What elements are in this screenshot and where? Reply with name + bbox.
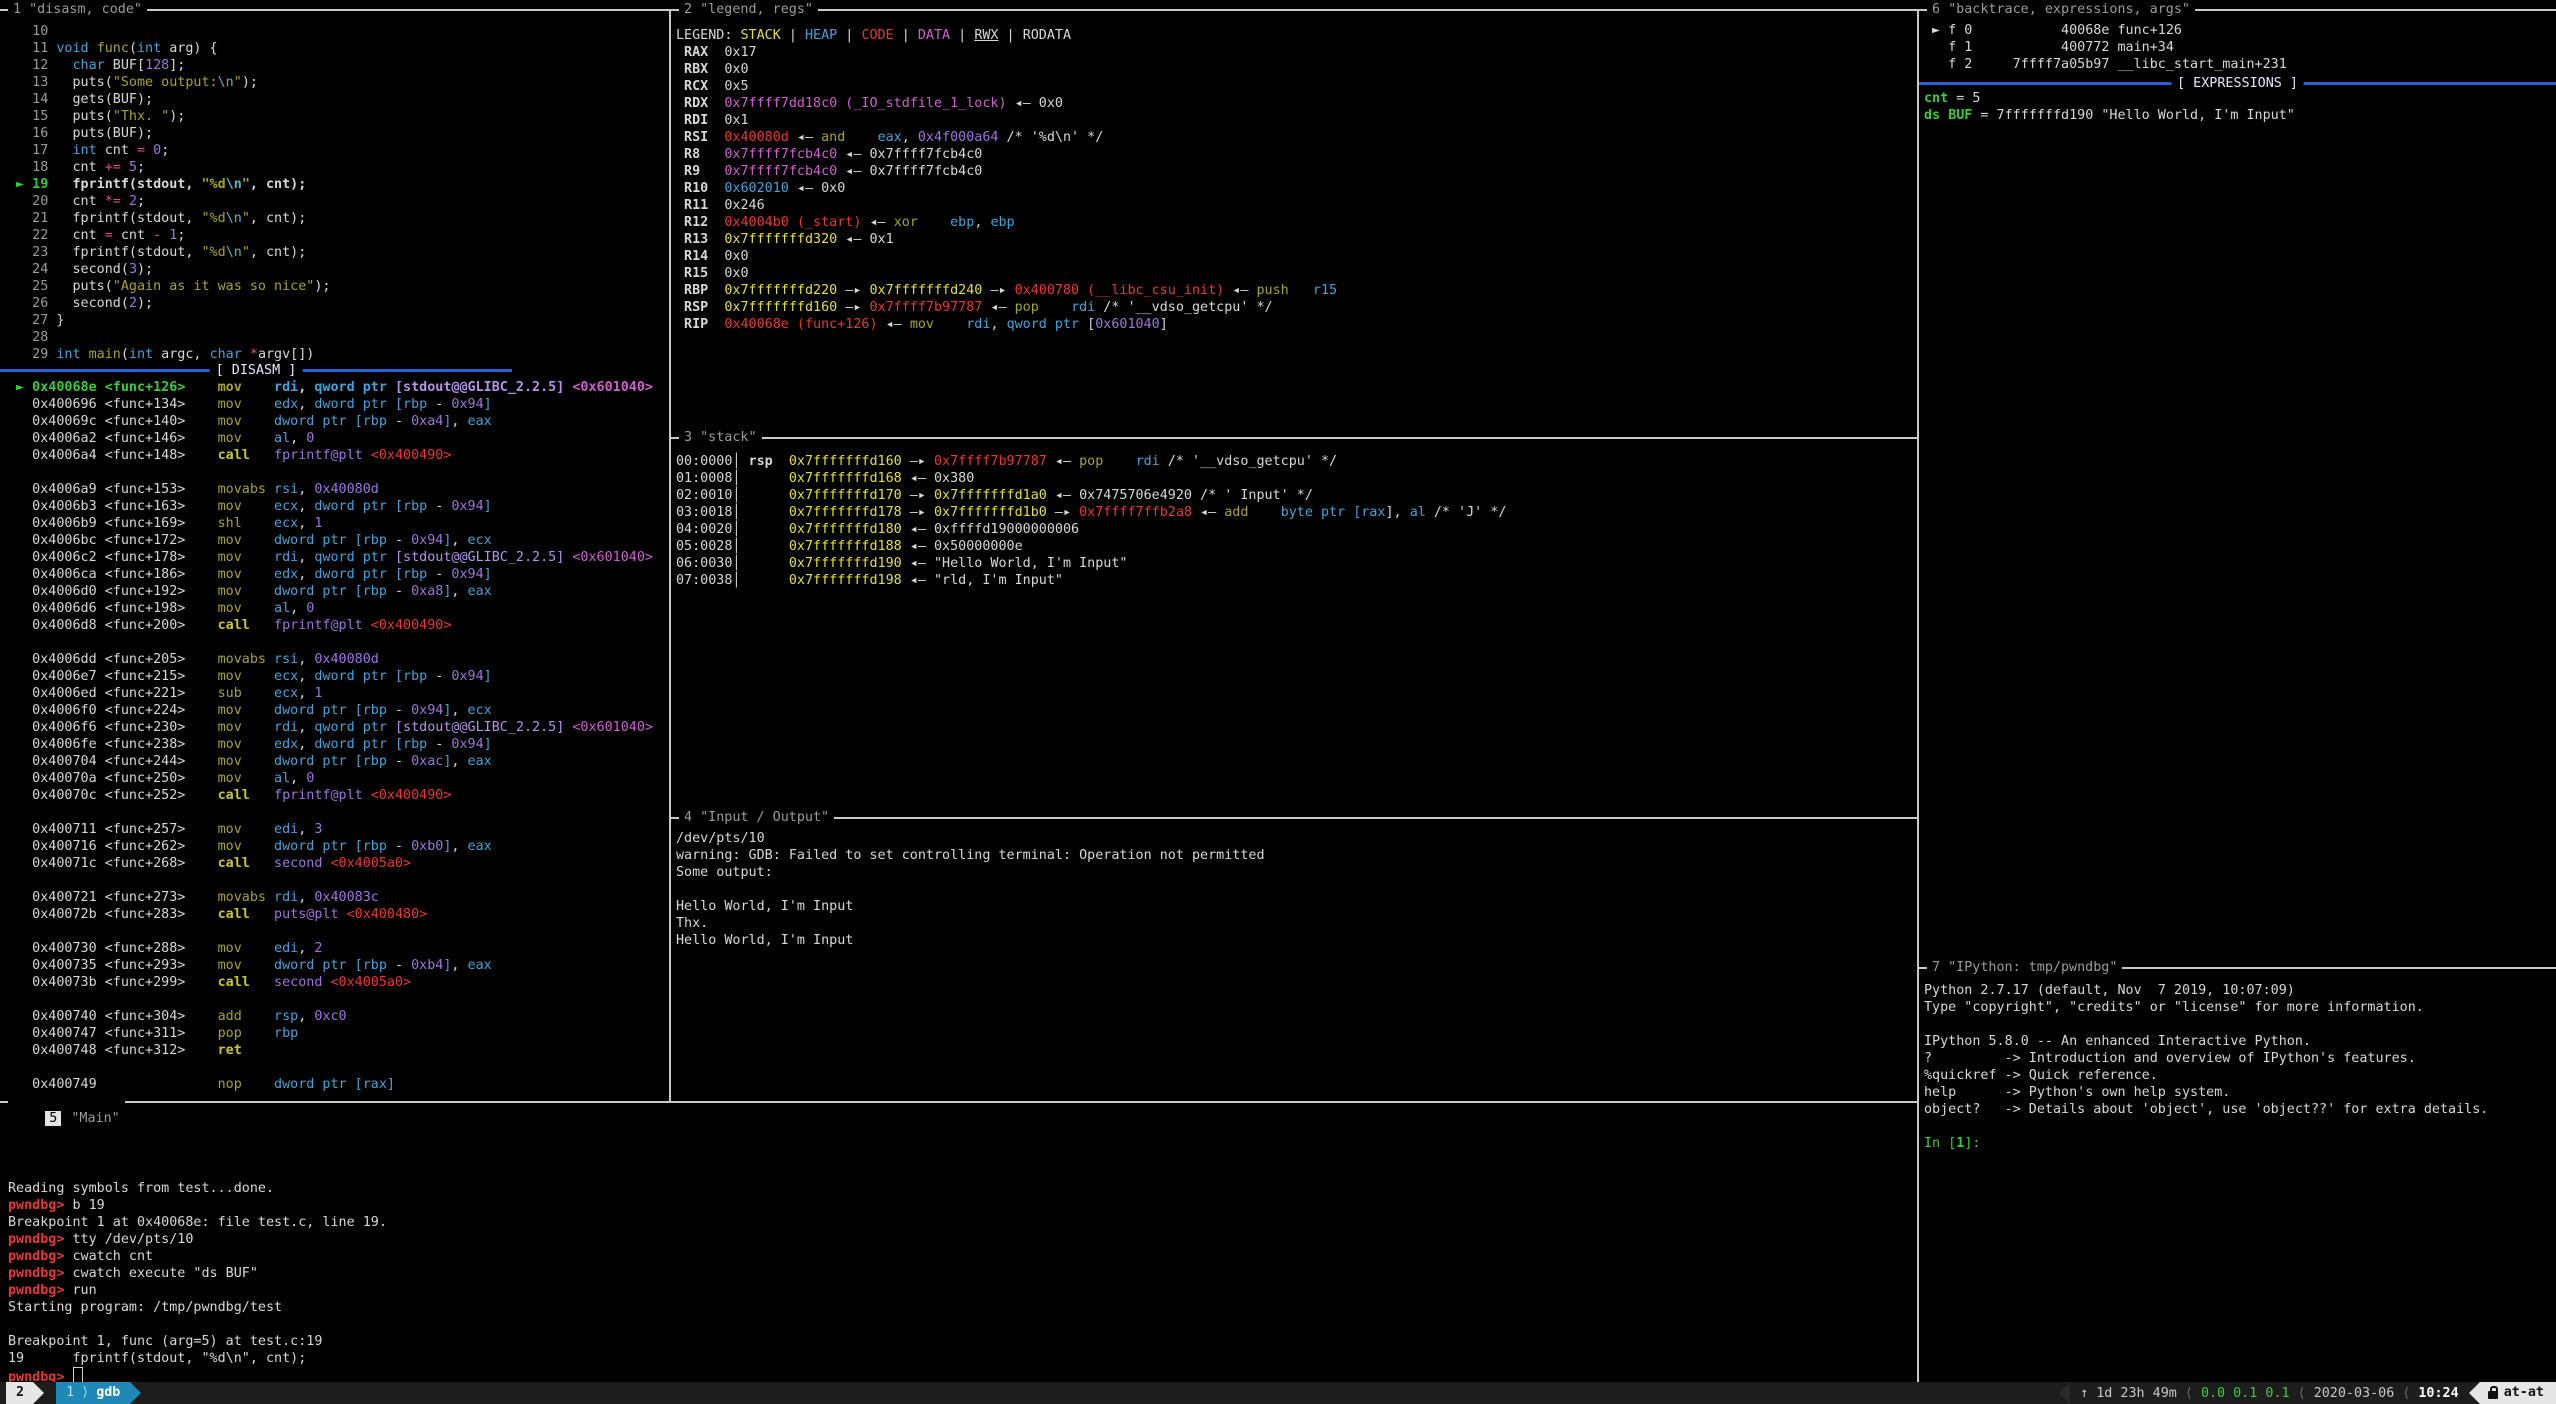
pane-title-disasm-code: 1 "disasm, code" <box>8 1 147 18</box>
stack-listing: 00:0000│ rsp 0x7fffffffd160 —▸ 0x7ffff7b… <box>676 453 1506 589</box>
hostname-badge: at-at <box>2480 1382 2556 1404</box>
ipython-console: Python 2.7.17 (default, Nov 7 2019, 10:0… <box>1924 982 2488 1152</box>
border-right-column[interactable] <box>1917 9 1919 1382</box>
session-name-badge[interactable]: 2 <box>6 1382 33 1404</box>
powerline-arrow <box>130 1382 141 1404</box>
pane-title-main: 5 "Main" <box>8 1093 125 1110</box>
status-date: 2020-03-06 <box>2314 1386 2395 1401</box>
hostname-text: at-at <box>2504 1382 2544 1404</box>
program-io-output: /dev/pts/10warning: GDB: Failed to set c… <box>676 830 1265 949</box>
lock-icon <box>2488 1391 2498 1399</box>
disasm-section-title: [ DISASM ] <box>210 362 303 379</box>
window-separator: ⟩ <box>81 1382 96 1404</box>
pane-ipython[interactable]: Python 2.7.17 (default, Nov 7 2019, 10:0… <box>1919 969 2556 1382</box>
registers-listing: LEGEND: STACK | HEAP | CODE | DATA | RWX… <box>676 27 1337 333</box>
status-separator: ⟨ <box>2177 1386 2201 1401</box>
backtrace-frames: ► f 0 40068e func+126 f 1 400772 main+34… <box>1924 22 2287 73</box>
uptime-value: 1d 23h 49m <box>2088 1386 2177 1401</box>
pane-backtrace[interactable]: ► f 0 40068e func+126 f 1 400772 main+34… <box>1919 11 2556 967</box>
gdb-console-output: Reading symbols from test...done.pwndbg>… <box>8 1180 387 1384</box>
pane-title-ipython: 7 "IPython: tmp/pwndbg" <box>1927 959 2122 976</box>
pane-title-legend-regs: 2 "legend, regs" <box>679 1 818 18</box>
expressions-section-title: [ EXPRESSIONS ] <box>2171 75 2304 92</box>
pane-disasm-code[interactable]: 10 11 void func(int arg) { 12 char BUF[1… <box>0 11 669 1101</box>
border-left-column[interactable] <box>669 9 671 1103</box>
border-io-top[interactable] <box>671 817 1917 819</box>
tmux-screen: 10 11 void func(int arg) { 12 char BUF[1… <box>0 0 2556 1404</box>
pane-title-stack: 3 "stack" <box>679 429 762 446</box>
pane-title-backtrace: 6 "backtrace, expressions, args" <box>1927 1 2195 18</box>
pane-input-output[interactable]: /dev/pts/10warning: GDB: Failed to set c… <box>671 819 1917 1101</box>
status-separator: ⟨ <box>2394 1386 2418 1401</box>
disasm-listing: ► 0x40068e <func+126> mov rdi, qword ptr… <box>8 379 653 1093</box>
pane-stack[interactable]: 00:0000│ rsp 0x7fffffffd160 —▸ 0x7ffff7b… <box>671 439 1917 817</box>
load-average: 0.0 0.1 0.1 <box>2201 1386 2290 1401</box>
pane-title-io: 4 "Input / Output" <box>679 809 834 826</box>
disasm-section-divider: [ DISASM ] <box>0 369 512 372</box>
active-pane-label: "Main" <box>63 1111 119 1126</box>
powerline-arrow <box>33 1382 44 1404</box>
expressions-section-divider: [ EXPRESSIONS ] <box>1919 82 2556 85</box>
border-stack-top[interactable] <box>671 437 1917 439</box>
pane-legend-regs[interactable]: LEGEND: STACK | HEAP | CODE | DATA | RWX… <box>671 11 1917 437</box>
active-pane-number: 5 <box>45 1111 61 1126</box>
tmux-status-bar: 2 1 ⟩ gdb ↑ 1d 23h 49m ⟨ 0.0 0.1 0.1 ⟨ 2… <box>0 1382 2556 1404</box>
watch-expressions: cnt = 5ds BUF = 7fffffffd190 "Hello Worl… <box>1924 90 2295 124</box>
powerline-arrow-left <box>2469 1382 2480 1404</box>
status-time: 10:24 <box>2418 1386 2468 1401</box>
window-index: 1 <box>66 1382 81 1404</box>
window-tab-gdb[interactable]: 1 ⟩ gdb <box>56 1382 130 1404</box>
border-main-top[interactable] <box>0 1101 1917 1103</box>
powerline-arrow-left <box>2059 1382 2070 1404</box>
pane-main-gdb[interactable]: Reading symbols from test...done.pwndbg>… <box>0 1103 1917 1382</box>
window-name: gdb <box>96 1382 126 1404</box>
uptime-arrow-icon: ↑ <box>2070 1386 2088 1401</box>
status-separator: ⟨ <box>2290 1386 2314 1401</box>
source-code-listing: 10 11 void func(int arg) { 12 char BUF[1… <box>8 23 330 363</box>
